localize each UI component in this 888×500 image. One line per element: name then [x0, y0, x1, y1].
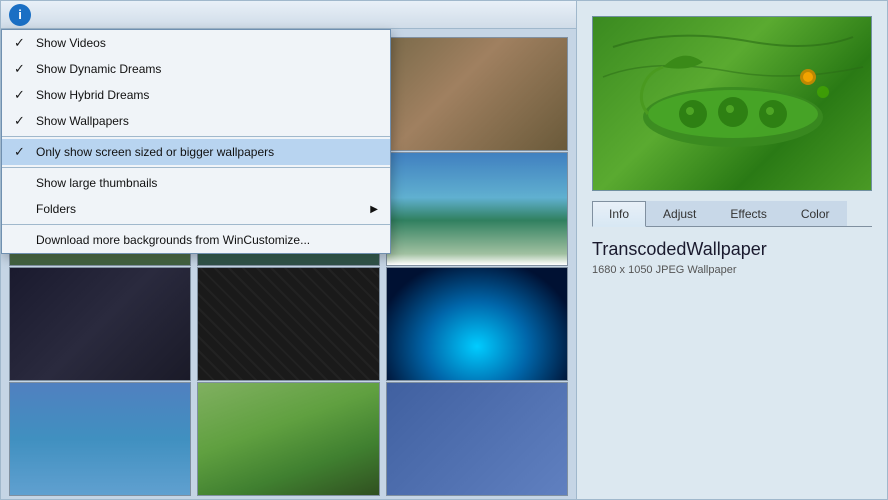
tab-adjust[interactable]: Adjust [646, 201, 713, 226]
pea-pod-svg [593, 17, 872, 191]
menu-label-only-screen-sized: Only show screen sized or bigger wallpap… [36, 145, 274, 159]
menu-label-show-hybrid-dreams: Show Hybrid Dreams [36, 88, 149, 102]
tab-info[interactable]: Info [592, 201, 646, 227]
preview-area [577, 1, 887, 201]
left-panel: i ✓ Show Videos ✓ Show Dynamic Dreams ✓ … [1, 1, 577, 499]
menu-item-show-large-thumbnails[interactable]: ✓ Show large thumbnails [2, 170, 390, 196]
thumbnail-11[interactable] [197, 382, 379, 496]
check-show-hybrid-dreams: ✓ [14, 87, 28, 103]
thumbnail-6[interactable] [386, 152, 568, 266]
toolbar: i ✓ Show Videos ✓ Show Dynamic Dreams ✓ … [1, 1, 576, 29]
menu-label-download-more: Download more backgrounds from WinCustom… [36, 233, 310, 247]
menu-separator-2 [2, 167, 390, 168]
tabs-row: Info Adjust Effects Color [592, 201, 872, 227]
preview-image [592, 16, 872, 191]
check-show-wallpapers: ✓ [14, 113, 28, 129]
thumbnail-9[interactable] [386, 267, 568, 381]
app-container: i ✓ Show Videos ✓ Show Dynamic Dreams ✓ … [0, 0, 888, 500]
menu-label-show-dynamic-dreams: Show Dynamic Dreams [36, 62, 161, 76]
menu-label-show-videos: Show Videos [36, 36, 106, 50]
thumbnail-10[interactable] [9, 382, 191, 496]
menu-item-download-more[interactable]: ✓ Download more backgrounds from WinCust… [2, 227, 390, 253]
menu-item-show-dynamic-dreams[interactable]: ✓ Show Dynamic Dreams [2, 56, 390, 82]
dropdown-menu: ✓ Show Videos ✓ Show Dynamic Dreams ✓ Sh… [1, 29, 391, 254]
menu-item-show-wallpapers[interactable]: ✓ Show Wallpapers [2, 108, 390, 134]
menu-item-show-hybrid-dreams[interactable]: ✓ Show Hybrid Dreams [2, 82, 390, 108]
thumbnail-12[interactable] [386, 382, 568, 496]
thumbnail-7[interactable] [9, 267, 191, 381]
menu-label-folders: Folders [36, 202, 76, 216]
info-section: TranscodedWallpaper 1680 x 1050 JPEG Wal… [577, 227, 887, 288]
menu-separator-3 [2, 224, 390, 225]
menu-item-show-videos[interactable]: ✓ Show Videos [2, 30, 390, 56]
right-panel: Info Adjust Effects Color TranscodedWall… [577, 1, 887, 499]
menu-item-only-screen-sized[interactable]: ✓ Only show screen sized or bigger wallp… [2, 139, 390, 165]
check-only-screen-sized: ✓ [14, 144, 28, 160]
menu-item-folders[interactable]: ✓ Folders ▶ [2, 196, 390, 222]
info-icon[interactable]: i [9, 4, 31, 26]
wallpaper-title: TranscodedWallpaper [592, 239, 872, 260]
check-show-videos: ✓ [14, 35, 28, 51]
tab-color[interactable]: Color [784, 201, 847, 226]
wallpaper-meta: 1680 x 1050 JPEG Wallpaper [592, 264, 872, 276]
menu-label-show-large-thumbnails: Show large thumbnails [36, 176, 157, 190]
menu-label-show-wallpapers: Show Wallpapers [36, 114, 129, 128]
menu-separator-1 [2, 136, 390, 137]
thumbnail-8[interactable] [197, 267, 379, 381]
check-show-dynamic-dreams: ✓ [14, 61, 28, 77]
submenu-arrow-folders: ▶ [370, 204, 378, 215]
thumbnail-3[interactable] [386, 37, 568, 151]
tab-effects[interactable]: Effects [713, 201, 783, 226]
